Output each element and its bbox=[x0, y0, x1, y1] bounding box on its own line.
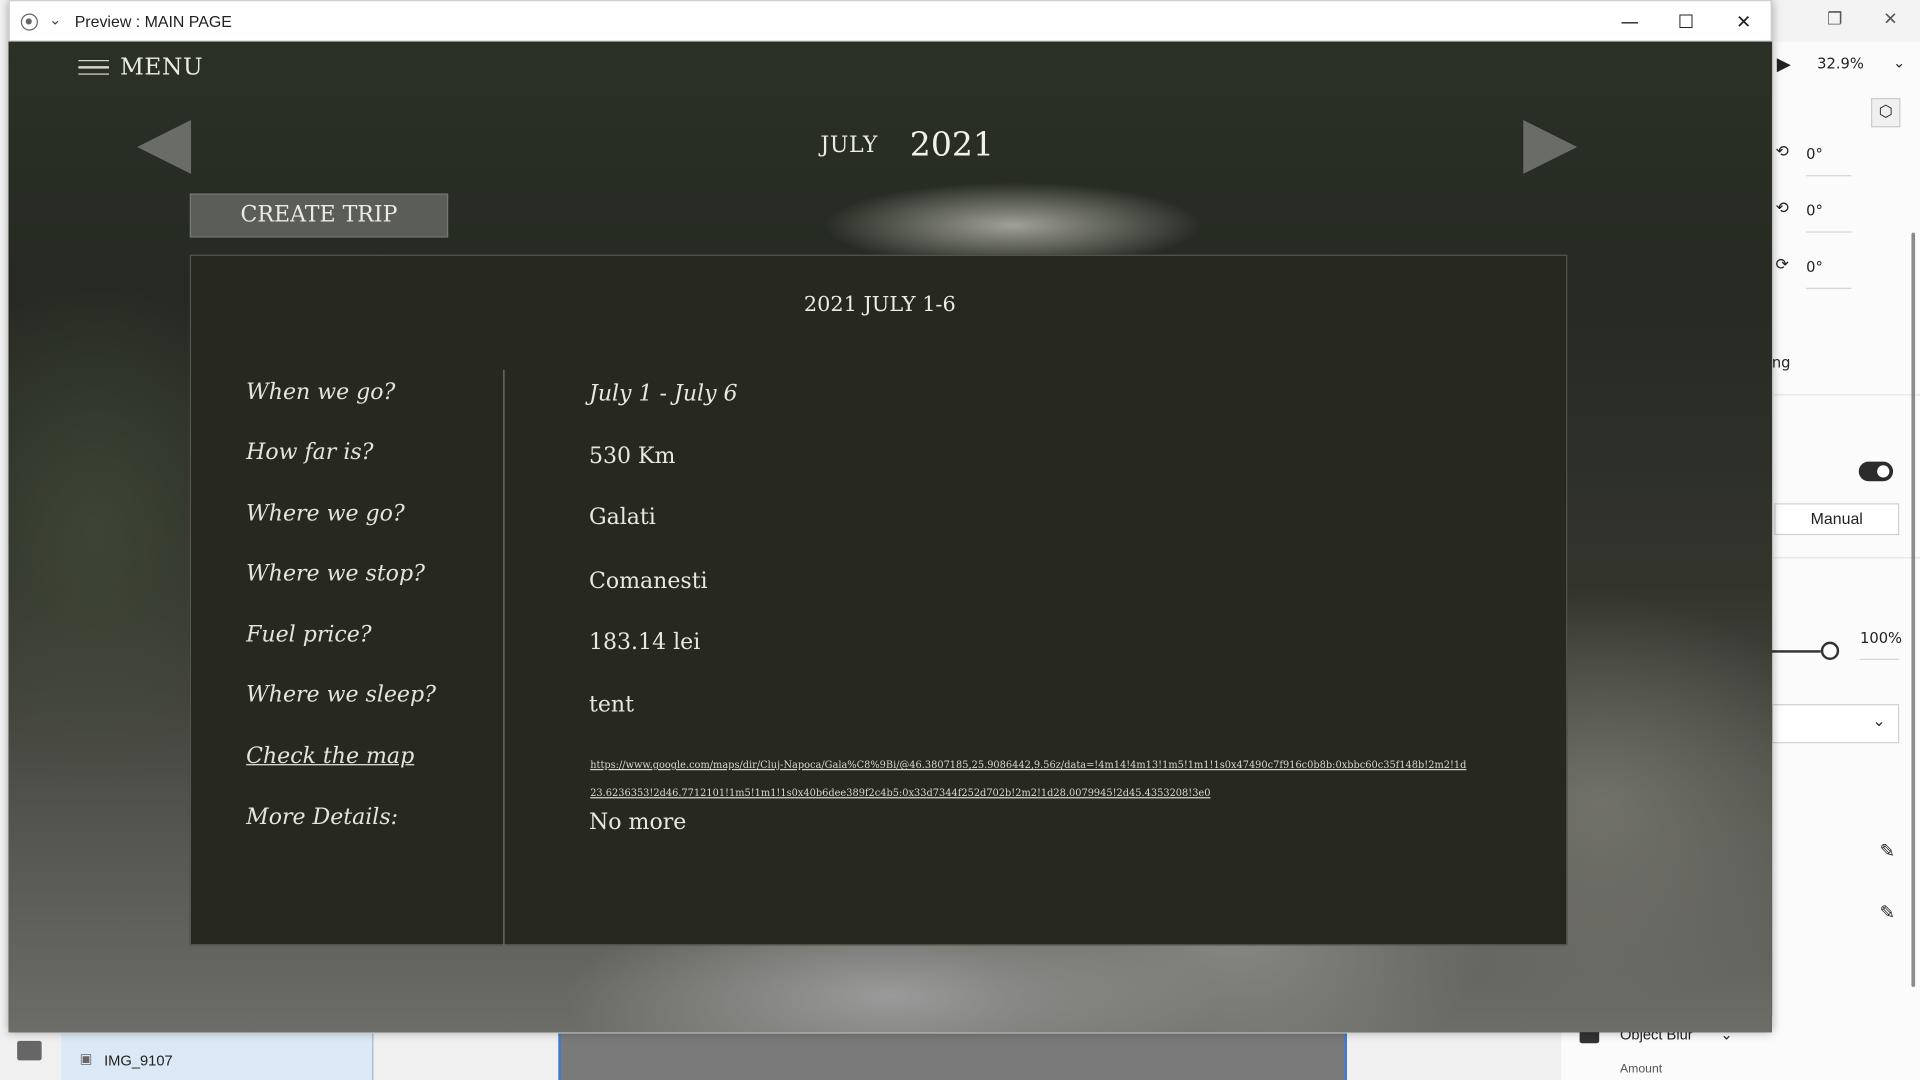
panel-separator bbox=[1771, 557, 1920, 559]
eyedropper-icon[interactable]: ✎ bbox=[1880, 840, 1895, 862]
month-label: JULY bbox=[820, 132, 879, 158]
window-title: Preview : MAIN PAGE bbox=[74, 12, 232, 31]
question-fuel: Fuel price? bbox=[246, 622, 372, 648]
app-icon bbox=[20, 13, 38, 31]
hamburger-icon bbox=[78, 60, 109, 75]
trip-title: 2021 JULY 1-6 bbox=[803, 292, 956, 318]
rotate-z-icon: ⟳ bbox=[1775, 255, 1789, 275]
editor-restore-icon[interactable]: ❐ bbox=[1827, 10, 1842, 30]
editor-close-icon[interactable]: ✕ bbox=[1883, 10, 1897, 30]
rotation-x-value[interactable]: 0° bbox=[1806, 146, 1823, 163]
close-button[interactable]: ✕ bbox=[1716, 1, 1772, 43]
window-titlebar: ⌄ Preview : MAIN PAGE — ☐ ✕ bbox=[8, 0, 1772, 43]
eyedropper-icon-2[interactable]: ✎ bbox=[1880, 901, 1895, 923]
opacity-slider-knob[interactable] bbox=[1820, 641, 1840, 661]
rotation-y-underline bbox=[1806, 231, 1852, 233]
play-icon[interactable]: ▶ bbox=[1777, 53, 1791, 75]
rotation-y-value[interactable]: 0° bbox=[1806, 202, 1823, 219]
answer-distance: 530 Km bbox=[588, 443, 676, 469]
cube-icon[interactable]: ⬡ bbox=[1871, 97, 1901, 128]
image-icon: ▣ bbox=[79, 1050, 93, 1067]
file-name: IMG_9107 bbox=[104, 1051, 173, 1069]
preview-window: ⌄ Preview : MAIN PAGE — ☐ ✕ MENU JULY 20… bbox=[8, 0, 1772, 1033]
rotation-z-underline bbox=[1806, 287, 1852, 289]
question-details: More Details: bbox=[246, 804, 399, 831]
column-divider bbox=[503, 369, 505, 946]
answer-destination: Galati bbox=[588, 504, 656, 531]
page-canvas: MENU JULY 2021 CREATE TRIP 2021 JULY 1-6… bbox=[8, 41, 1772, 1033]
answer-dates: July 1 - July 6 bbox=[588, 380, 738, 407]
next-month-arrow-icon[interactable] bbox=[1523, 120, 1578, 174]
answer-sleep: tent bbox=[588, 691, 634, 718]
question-stop: Where we stop? bbox=[246, 560, 425, 587]
mode-button[interactable]: Manual bbox=[1774, 503, 1900, 536]
chevron-down-icon: ⌄ bbox=[1872, 712, 1886, 732]
rotation-z-value[interactable]: 0° bbox=[1806, 258, 1823, 275]
opacity-underline bbox=[1860, 658, 1900, 661]
trip-details-panel: 2021 JULY 1-6 When we go? How far is? Wh… bbox=[189, 254, 1568, 946]
question-when: When we go? bbox=[246, 379, 396, 406]
answer-stop: Comanesti bbox=[588, 568, 708, 594]
map-url-link[interactable]: https://www.google.com/maps/dir/Cluj-Nap… bbox=[590, 751, 1472, 807]
chevron-down-icon[interactable]: ⌄ bbox=[49, 11, 61, 28]
zoom-dropdown-icon[interactable]: ⌄ bbox=[1893, 54, 1905, 71]
editor-titlebar: ❐ ✕ bbox=[1771, 0, 1920, 42]
opacity-value[interactable]: 100% bbox=[1860, 629, 1902, 646]
create-trip-button[interactable]: CREATE TRIP bbox=[189, 193, 449, 238]
screen: ❐ ✕ ▶ 32.9% ⌄ ⬡ ⟲ 0° ⟲ 0° ⟳ 0° ng Manual… bbox=[0, 0, 1920, 1080]
rotate-y-icon: ⟲ bbox=[1775, 199, 1789, 218]
timeline-thumbnail[interactable] bbox=[558, 1033, 1347, 1080]
partial-setting-label: ng bbox=[1771, 353, 1791, 372]
maximize-button[interactable]: ☐ bbox=[1658, 1, 1714, 43]
question-destination: Where we go? bbox=[246, 500, 405, 527]
menu-label: MENU bbox=[120, 53, 204, 81]
panel-separator bbox=[1771, 394, 1920, 396]
answer-fuel: 183.14 lei bbox=[588, 629, 701, 656]
blend-select[interactable]: ⌄ bbox=[1771, 704, 1900, 744]
minimize-button[interactable]: — bbox=[1602, 1, 1658, 43]
previous-month-arrow-icon[interactable] bbox=[137, 120, 192, 174]
answer-details: No more bbox=[588, 809, 687, 836]
effect-toggle[interactable] bbox=[1858, 461, 1894, 482]
question-sleep: Where we sleep? bbox=[246, 682, 436, 708]
briefcase-icon[interactable] bbox=[17, 1040, 42, 1061]
rotate-x-icon: ⟲ bbox=[1775, 143, 1789, 162]
amount-label: Amount bbox=[1620, 1062, 1663, 1077]
opacity-slider-track[interactable] bbox=[1771, 650, 1821, 653]
zoom-level[interactable]: 32.9% bbox=[1817, 55, 1864, 72]
editor-properties-panel bbox=[1771, 41, 1920, 1080]
year-label: 2021 bbox=[909, 126, 994, 165]
panel-scrollbar[interactable] bbox=[1911, 232, 1916, 987]
menu-button[interactable]: MENU bbox=[78, 54, 203, 81]
question-distance: How far is? bbox=[246, 439, 374, 466]
rotation-x-underline bbox=[1806, 175, 1852, 177]
check-map-link[interactable]: Check the map bbox=[246, 743, 414, 769]
